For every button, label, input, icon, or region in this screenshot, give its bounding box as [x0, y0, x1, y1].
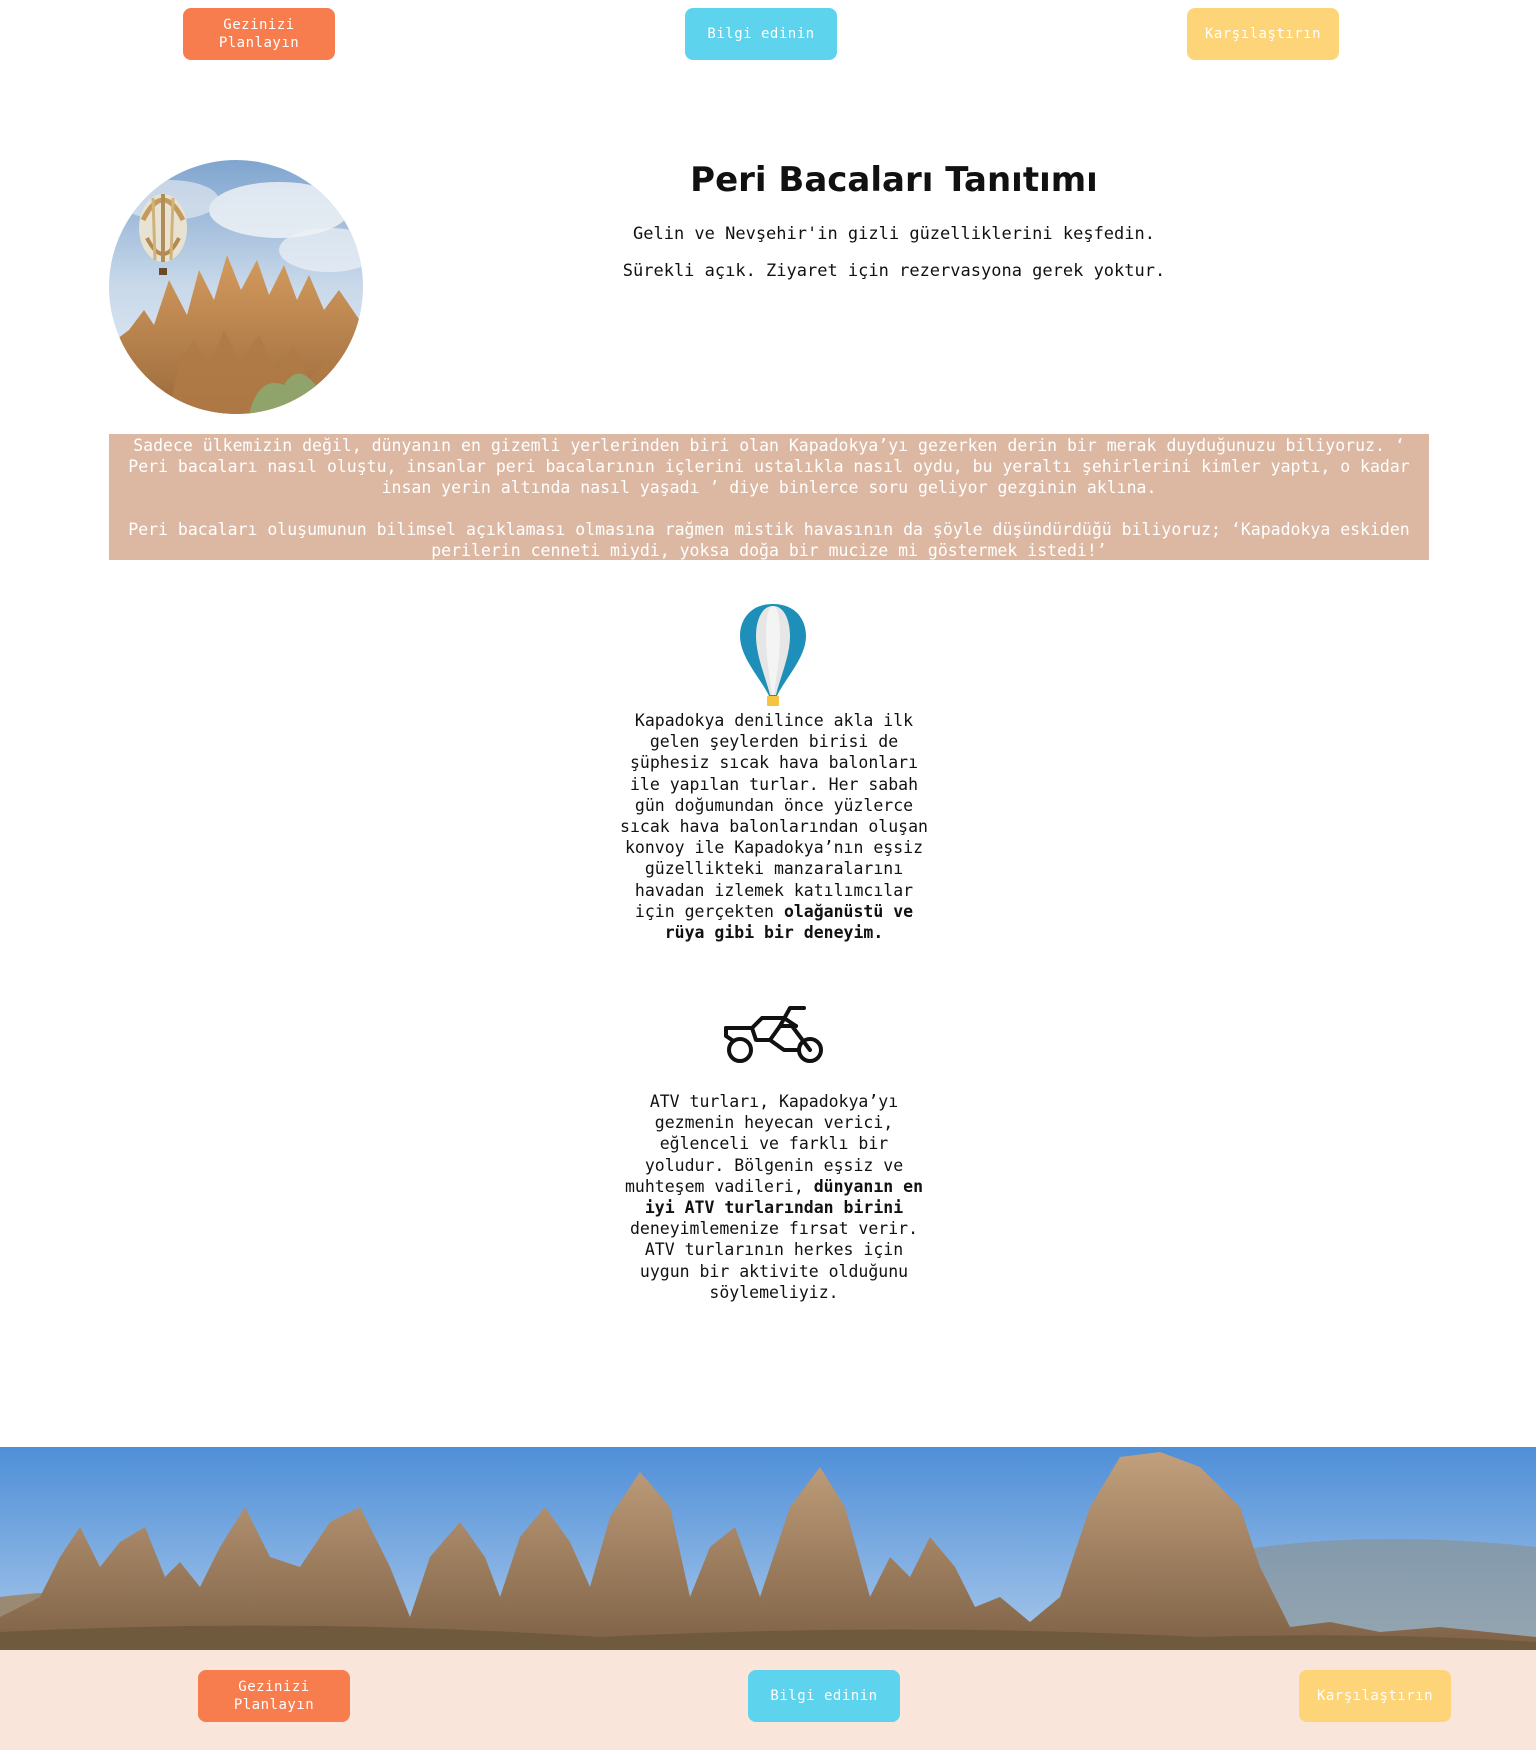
atv-tour-text-after: deneyimlemenize fırsat verir. ATV turlar…: [629, 1219, 919, 1302]
compare-button-top[interactable]: Karşılaştırın: [1187, 8, 1339, 60]
compare-label: Karşılaştırın: [1204, 26, 1322, 42]
intro-paragraph-1: Sadece ülkemizin değil, dünyanın en gize…: [128, 436, 1410, 497]
learn-more-button-top[interactable]: Bilgi edinin: [685, 8, 837, 60]
hero-subtitle: Gelin ve Nevşehir'in gizli güzelliklerin…: [633, 224, 1155, 244]
compare-button-bottom[interactable]: Karşılaştırın: [1299, 1670, 1451, 1722]
learn-more-label: Bilgi edinin: [770, 1688, 878, 1704]
hero-opening-info: Sürekli açık. Ziyaret için rezervasyona …: [622, 261, 1166, 281]
intro-paragraph-2: Peri bacaları oluşumunun bilimsel açıkla…: [128, 520, 1410, 560]
plan-trip-button-bottom[interactable]: Gezinizi Planlayın: [198, 1670, 350, 1722]
compare-label: Karşılaştırın: [1316, 1688, 1434, 1704]
atv-tour-description: ATV turları, Kapadokya’yı gezmenin heyec…: [620, 1091, 928, 1303]
plan-trip-label: Gezinizi Planlayın: [233, 1679, 315, 1713]
learn-more-button-bottom[interactable]: Bilgi edinin: [748, 1670, 900, 1722]
learn-more-label: Bilgi edinin: [707, 26, 815, 42]
balloon-tour-text: Kapadokya denilince akla ilk gelen şeyle…: [620, 711, 928, 921]
atv-motorbike-icon: [722, 1002, 826, 1070]
page-title: Peri Bacaları Tanıtımı: [690, 160, 1098, 200]
balloon-tour-description: Kapadokya denilince akla ilk gelen şeyle…: [620, 710, 928, 943]
plan-trip-button-top[interactable]: Gezinizi Planlayın: [183, 8, 335, 60]
intro-band: Sadece ülkemizin değil, dünyanın en gize…: [109, 434, 1429, 560]
fairy-chimneys-panorama: [0, 1447, 1536, 1650]
hot-air-balloon-icon: [736, 600, 810, 712]
plan-trip-label: Gezinizi Planlayın: [218, 17, 300, 51]
cappadocia-balloon-photo: [109, 160, 363, 414]
